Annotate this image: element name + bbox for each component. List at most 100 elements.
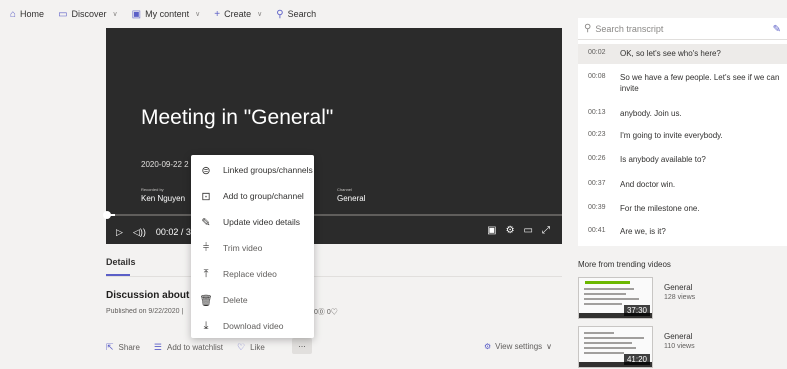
like-label: Like bbox=[250, 343, 265, 352]
tab-details[interactable]: Details bbox=[106, 257, 136, 267]
menu-item-label: Add to group/channel bbox=[223, 191, 304, 201]
transcript-line[interactable]: 00:39 For the milestone one. bbox=[578, 203, 787, 214]
player-right-controls: ▣ ⚙ ▭ ⤢ bbox=[487, 225, 550, 236]
transcript-time: 00:41 bbox=[588, 227, 606, 234]
pencil-icon[interactable]: ✎ bbox=[773, 24, 781, 35]
transcript-time: 00:39 bbox=[588, 204, 606, 211]
trending-video-title: General bbox=[664, 283, 693, 292]
chevron-down-icon: ∨ bbox=[546, 342, 553, 351]
published-date: Published on 9/22/2020 | bbox=[106, 308, 184, 315]
play-icon[interactable]: ▷ bbox=[116, 227, 123, 238]
discover-icon: ▭ bbox=[58, 8, 68, 20]
menu-item-label: Replace video bbox=[223, 269, 277, 279]
volume-icon[interactable]: ◁)) bbox=[133, 227, 146, 238]
search-icon: ⚲ bbox=[584, 23, 592, 34]
gear-icon[interactable]: ⚙ bbox=[506, 225, 515, 236]
linked-icon: ⊜ bbox=[201, 164, 211, 177]
transcript-line[interactable]: 00:08 So we have a few people. Let's see… bbox=[578, 72, 787, 94]
thumbnail-decoration bbox=[585, 281, 630, 284]
nav-search[interactable]: ⚲ Search bbox=[276, 9, 316, 20]
trash-icon: 🗑 bbox=[199, 294, 213, 307]
video-duration: 37:30 bbox=[623, 305, 650, 316]
download-icon: ⤓ bbox=[203, 319, 209, 332]
gear-icon: ⚙ bbox=[484, 342, 492, 351]
trending-video-item[interactable]: 41:20 General 110 views bbox=[578, 326, 787, 369]
menu-item-replace-video[interactable]: ⤒ Replace video bbox=[191, 261, 314, 287]
thumbnail-decoration bbox=[584, 342, 632, 344]
like-button[interactable]: ♡ Like bbox=[237, 342, 265, 353]
transcript-line[interactable]: 00:23 I'm going to invite everybody. bbox=[578, 130, 787, 141]
transcript-text: OK, so let's see who's here? bbox=[620, 49, 721, 58]
transcript-line[interactable]: 00:41 Are we, is it? bbox=[578, 226, 787, 237]
share-icon: ⇱ bbox=[106, 342, 114, 352]
video-player[interactable]: Meeting in "General" 2020-09-22 2 Record… bbox=[103, 28, 562, 244]
menu-item-label: Linked groups/channels bbox=[223, 165, 313, 175]
transcript-line[interactable]: 00:02 OK, so let's see who's here? bbox=[578, 44, 787, 64]
transcript-text: So we have a few people. Let's see if we… bbox=[620, 73, 780, 93]
transcript-search-input[interactable]: ⚲ Search transcript ✎ bbox=[578, 18, 787, 40]
recorded-by-name: Ken Nguyen bbox=[141, 194, 186, 203]
pencil-icon: ✎ bbox=[201, 216, 211, 229]
theater-mode-icon[interactable]: ▭ bbox=[524, 225, 533, 236]
transcript-search-placeholder: Search transcript bbox=[595, 23, 664, 34]
watchlist-label: Add to watchlist bbox=[166, 343, 224, 352]
transcript-time: 00:26 bbox=[588, 155, 606, 162]
menu-item-delete[interactable]: 🗑 Delete bbox=[191, 287, 314, 313]
video-title: Meeting in "General" bbox=[141, 106, 334, 129]
menu-item-download[interactable]: ⤓ Download video bbox=[191, 313, 314, 339]
video-duration: 41:20 bbox=[623, 354, 650, 365]
upload-icon: ⤒ bbox=[203, 267, 209, 280]
thumbnail-decoration bbox=[584, 293, 626, 295]
nav-home[interactable]: ⌂ Home bbox=[10, 9, 44, 20]
menu-item-label: Update video details bbox=[223, 217, 301, 227]
nav-home-label: Home bbox=[20, 9, 45, 19]
transcript-line[interactable]: 00:13 anybody. Join us. bbox=[578, 108, 787, 119]
add-group-icon: ⊡ bbox=[201, 190, 211, 203]
transcript-line[interactable]: 00:26 Is anybody available to? bbox=[578, 154, 787, 165]
nav-discover[interactable]: ▭ Discover ∨ bbox=[58, 9, 118, 20]
player-controls: ▷ ◁)) 00:02 / 3 ▣ ⚙ ▭ ⤢ bbox=[106, 220, 562, 244]
menu-item-trim-video[interactable]: ⫩ Trim video bbox=[191, 235, 314, 261]
progress-bar[interactable] bbox=[106, 214, 562, 216]
nav-create[interactable]: + Create ∨ bbox=[214, 9, 262, 20]
trending-video-title: General bbox=[664, 332, 693, 341]
view-like-counts: 0⓪ 0♡ bbox=[314, 309, 338, 316]
thumbnail-decoration bbox=[584, 303, 622, 305]
scrub-handle[interactable] bbox=[103, 211, 111, 219]
transcript-time: 00:23 bbox=[588, 131, 606, 138]
transcript-text: For the milestone one. bbox=[620, 204, 700, 213]
more-options-button[interactable]: … bbox=[292, 338, 312, 354]
chevron-down-icon: ∨ bbox=[195, 11, 201, 18]
menu-item-update-details[interactable]: ✎ Update video details bbox=[191, 209, 314, 235]
trending-video-item[interactable]: 37:30 General 128 views bbox=[578, 277, 787, 323]
add-to-watchlist-button[interactable]: ☰ Add to watchlist bbox=[154, 342, 223, 353]
nav-search-label: Search bbox=[287, 9, 317, 19]
trim-icon: ⫩ bbox=[202, 241, 210, 254]
channel-label: Channel bbox=[337, 187, 352, 192]
share-button[interactable]: ⇱ Share bbox=[106, 342, 140, 353]
transcript-text: And doctor win. bbox=[620, 180, 676, 189]
channel-name: General bbox=[337, 194, 366, 203]
transcript-panel: ⚲ Search transcript ✎ 00:02 OK, so let's… bbox=[578, 18, 787, 246]
thumbnail-decoration bbox=[584, 332, 614, 334]
menu-item-label: Download video bbox=[223, 321, 284, 331]
nav-create-label: Create bbox=[224, 9, 252, 19]
captions-icon[interactable]: ▣ bbox=[487, 225, 496, 236]
heart-icon: ♡ bbox=[237, 342, 246, 352]
thumbnail-decoration bbox=[584, 352, 624, 354]
view-settings-button[interactable]: ⚙ View settings ∨ bbox=[484, 342, 552, 351]
menu-item-add-to-group[interactable]: ⊡ Add to group/channel bbox=[191, 183, 314, 209]
view-settings-label: View settings bbox=[495, 342, 543, 351]
video-description-title: Discussion about de bbox=[106, 290, 191, 301]
nav-my-content[interactable]: ▣ My content ∨ bbox=[132, 9, 201, 20]
nav-discover-label: Discover bbox=[71, 9, 107, 19]
divider bbox=[106, 276, 562, 277]
transcript-text: Is anybody available to? bbox=[620, 155, 706, 164]
transcript-time: 00:02 bbox=[588, 49, 606, 56]
menu-item-label: Trim video bbox=[223, 243, 263, 253]
menu-item-linked-groups[interactable]: ⊜ Linked groups/channels bbox=[191, 157, 314, 183]
trending-heading: More from trending videos bbox=[578, 260, 671, 269]
fullscreen-icon[interactable]: ⤢ bbox=[542, 225, 550, 236]
transcript-line[interactable]: 00:37 And doctor win. bbox=[578, 179, 787, 190]
chevron-down-icon: ∨ bbox=[257, 11, 263, 18]
